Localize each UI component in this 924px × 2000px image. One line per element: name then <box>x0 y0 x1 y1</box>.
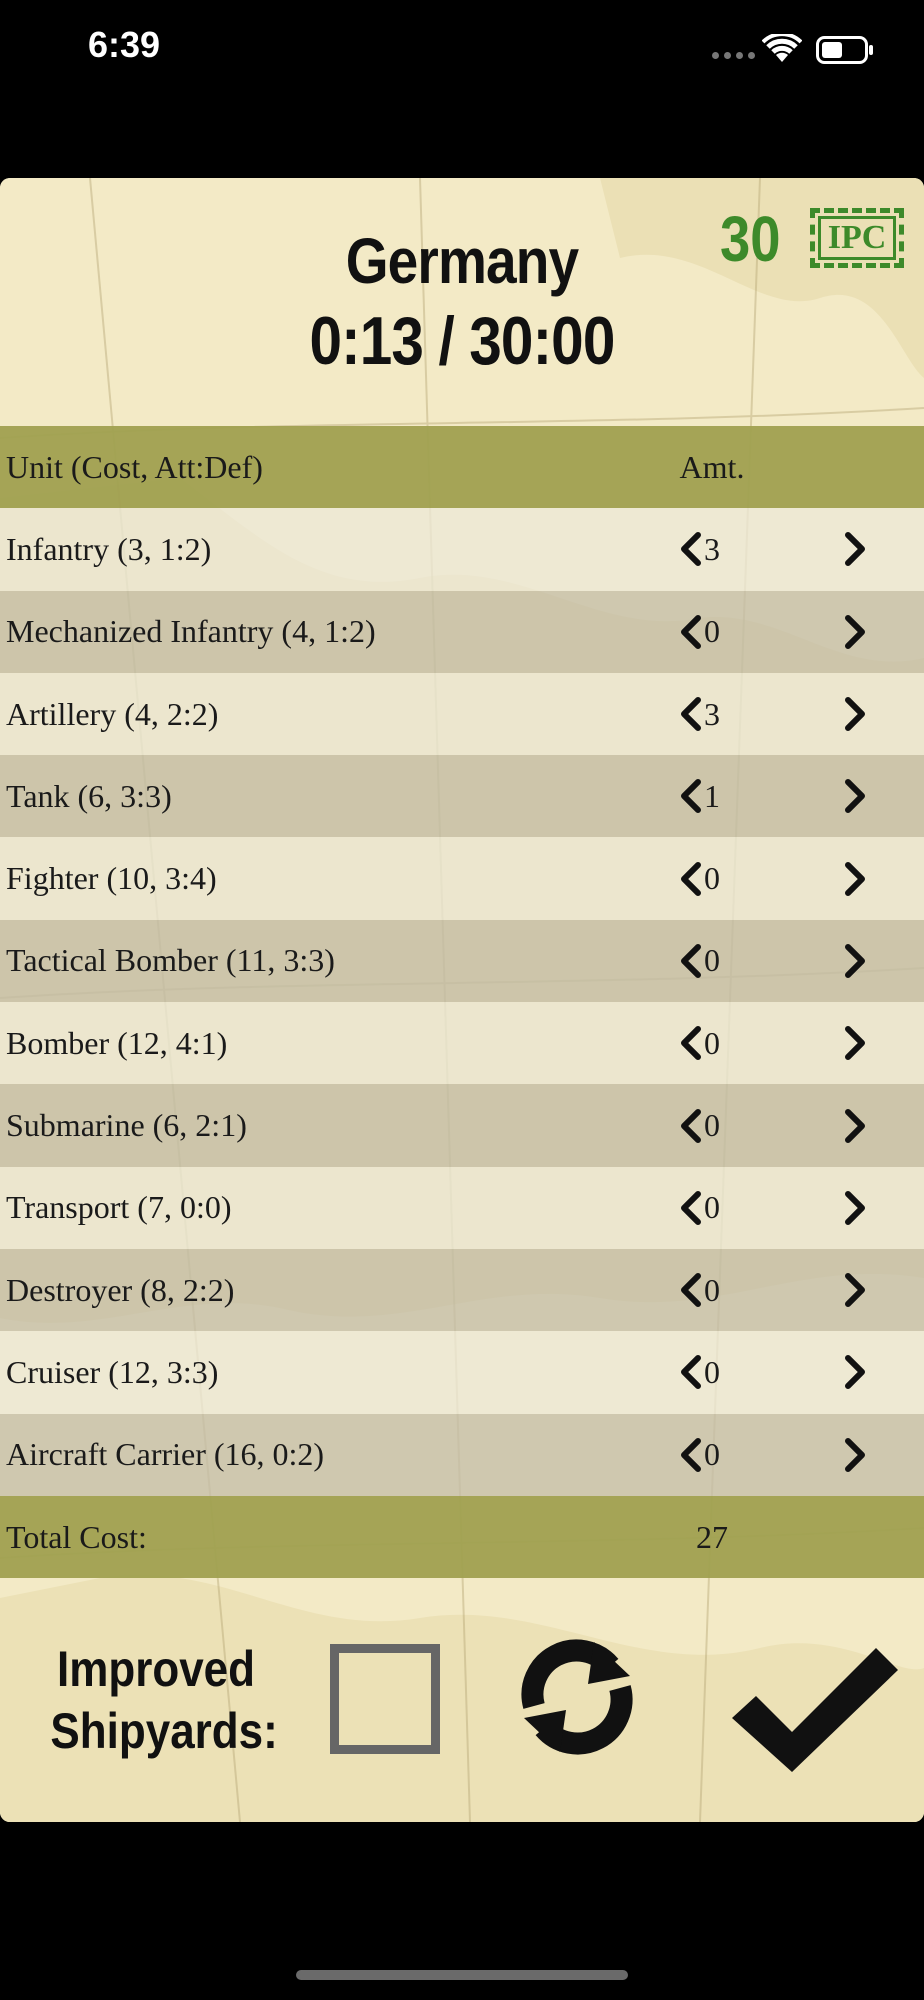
unit-row: Bomber (12, 4:1) 0 <box>0 1002 924 1085</box>
unit-row: Submarine (6, 2:1) 0 <box>0 1084 924 1167</box>
chevron-right-icon[interactable] <box>840 943 870 979</box>
chevron-right-icon[interactable] <box>840 1108 870 1144</box>
unit-label: Artillery (4, 2:2) <box>6 695 219 732</box>
unit-row: Cruiser (12, 3:3) 0 <box>0 1331 924 1414</box>
purchase-panel: Germany 0:13 / 30:00 30 IPC Unit (Cost, … <box>0 178 924 1822</box>
unit-amount: 0 <box>704 1271 720 1308</box>
unit-amount: 3 <box>704 695 720 732</box>
unit-row: Fighter (10, 3:4) 0 <box>0 837 924 920</box>
unit-column-header: Unit (Cost, Att:Def) <box>6 448 263 485</box>
chevron-right-icon[interactable] <box>840 1354 870 1390</box>
checkmark-icon[interactable] <box>730 1644 900 1774</box>
chevron-right-icon[interactable] <box>840 696 870 732</box>
unit-label: Tank (6, 3:3) <box>6 777 172 814</box>
unit-row: Aircraft Carrier (16, 0:2) 0 <box>0 1413 924 1496</box>
improved-shipyards-label-line1: Improved <box>56 1641 256 1697</box>
unit-row: Transport (7, 0:0) 0 <box>0 1166 924 1249</box>
chevron-right-icon[interactable] <box>840 1190 870 1226</box>
chevron-right-icon[interactable] <box>840 778 870 814</box>
unit-amount: 0 <box>704 860 720 897</box>
chevron-right-icon[interactable] <box>840 614 870 650</box>
unit-label: Aircraft Carrier (16, 0:2) <box>6 1436 325 1473</box>
unit-purchase-table: Unit (Cost, Att:Def) Amt. Infantry (3, 1… <box>0 426 924 1579</box>
footer-controls: Improved Shipyards: <box>0 1578 924 1822</box>
total-cost-row: Total Cost: 27 <box>0 1495 924 1579</box>
unit-label: Submarine (6, 2:1) <box>6 1107 247 1144</box>
turn-timer: 0:13 / 30:00 <box>309 303 615 379</box>
chevron-right-icon[interactable] <box>840 531 870 567</box>
improved-shipyards-checkbox[interactable] <box>330 1644 440 1754</box>
unit-amount: 0 <box>704 1353 720 1390</box>
signal-icon <box>712 52 755 59</box>
unit-row: Artillery (4, 2:2) 3 <box>0 672 924 756</box>
unit-amount: 0 <box>704 1436 720 1473</box>
unit-amount: 0 <box>704 1024 720 1061</box>
unit-amount: 1 <box>704 777 720 814</box>
unit-label: Cruiser (12, 3:3) <box>6 1353 219 1390</box>
total-cost-label: Total Cost: <box>6 1518 147 1555</box>
ipc-amount: 30 <box>720 203 781 275</box>
battery-icon <box>816 36 873 64</box>
unit-row: Infantry (3, 1:2) 3 <box>0 508 924 591</box>
unit-row: Tactical Bomber (11, 3:3) 0 <box>0 919 924 1003</box>
header: Germany 0:13 / 30:00 30 IPC <box>0 178 924 426</box>
chevron-right-icon[interactable] <box>840 1025 870 1061</box>
chevron-right-icon[interactable] <box>840 1272 870 1308</box>
unit-label: Transport (7, 0:0) <box>6 1189 232 1226</box>
total-cost-value: 27 <box>696 1518 728 1555</box>
improved-shipyards-label-line2: Shipyards: <box>50 1703 278 1759</box>
status-time: 6:39 <box>88 24 161 65</box>
unit-label: Infantry (3, 1:2) <box>6 530 212 567</box>
unit-amount: 0 <box>704 1107 720 1144</box>
unit-row: Tank (6, 3:3) 1 <box>0 755 924 838</box>
refresh-icon[interactable] <box>512 1632 642 1762</box>
unit-label: Mechanized Infantry (4, 1:2) <box>6 613 376 650</box>
chevron-right-icon[interactable] <box>840 1437 870 1473</box>
unit-label: Destroyer (8, 2:2) <box>6 1271 235 1308</box>
status-bar: 6:39 <box>0 0 924 100</box>
unit-amount: 0 <box>704 613 720 650</box>
unit-amount: 3 <box>704 530 720 567</box>
improved-shipyards-label: Improved Shipyards: <box>50 1638 278 1762</box>
amount-column-header: Amt. <box>679 448 745 485</box>
unit-amount: 0 <box>704 942 720 979</box>
wifi-icon <box>762 34 802 62</box>
ipc-badge-icon: IPC <box>810 208 904 268</box>
home-indicator[interactable] <box>296 1970 628 1980</box>
unit-label: Tactical Bomber (11, 3:3) <box>6 942 335 979</box>
unit-label: Bomber (12, 4:1) <box>6 1024 228 1061</box>
table-header-row: Unit (Cost, Att:Def) Amt. <box>0 426 924 509</box>
unit-amount: 0 <box>704 1189 720 1226</box>
chevron-right-icon[interactable] <box>840 861 870 897</box>
unit-row: Destroyer (8, 2:2) 0 <box>0 1248 924 1332</box>
unit-row: Mechanized Infantry (4, 1:2) 0 <box>0 590 924 673</box>
unit-label: Fighter (10, 3:4) <box>6 860 217 897</box>
